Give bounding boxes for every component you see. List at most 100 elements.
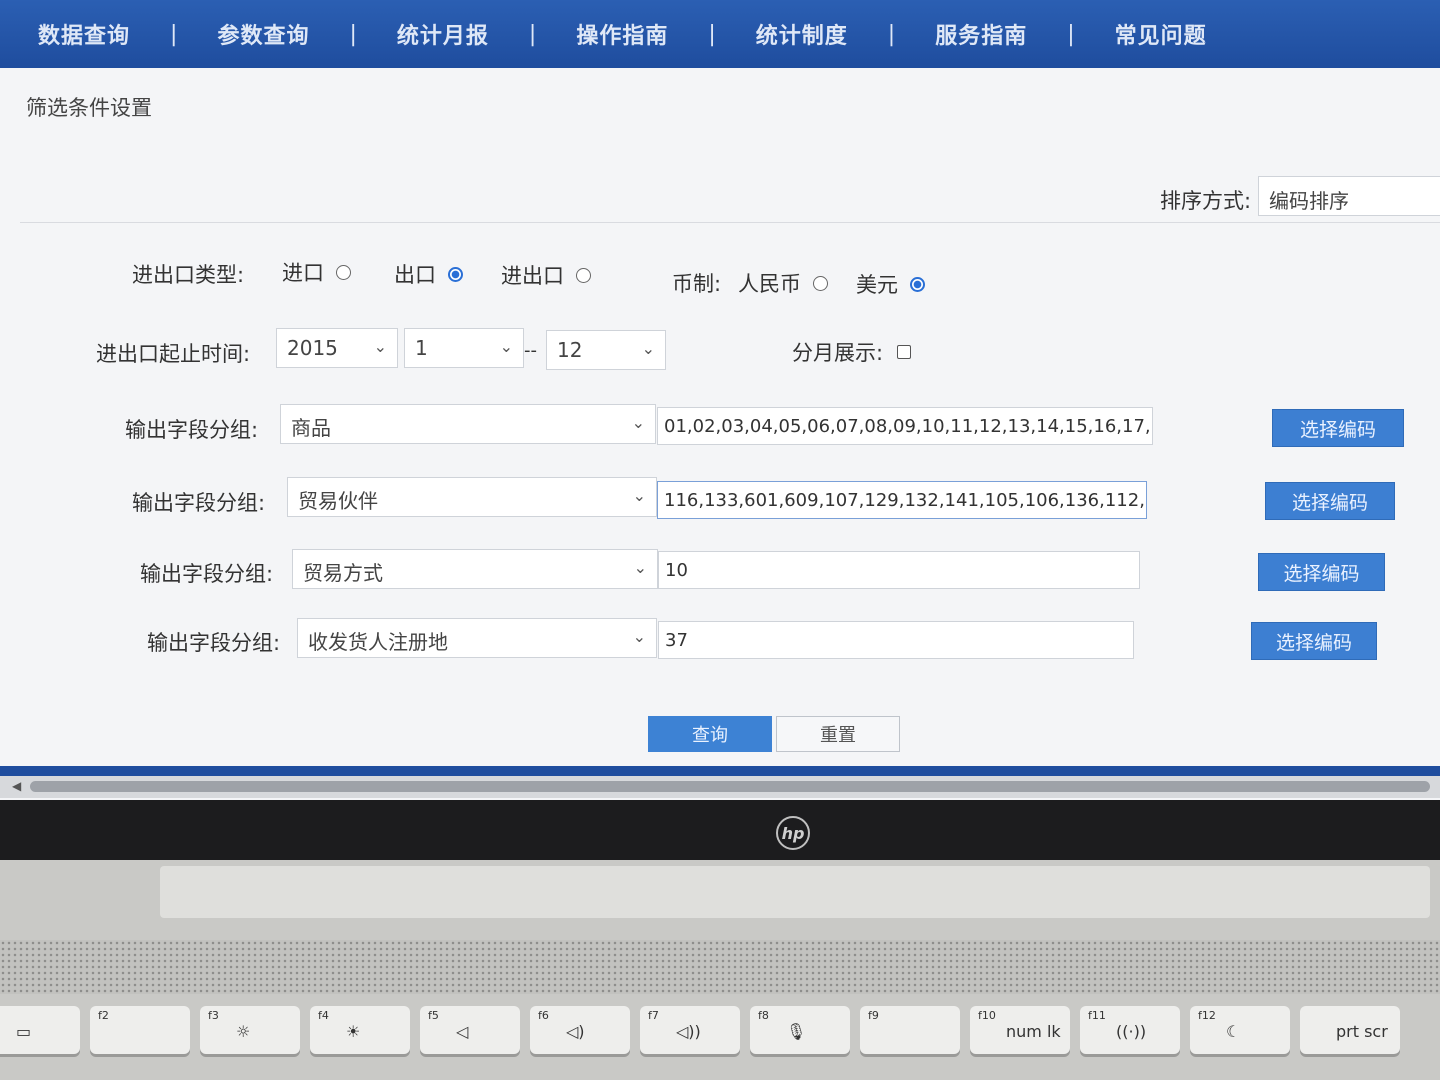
radio-usd-circle[interactable] bbox=[910, 276, 925, 292]
key-fn-label: f8 bbox=[758, 1009, 769, 1022]
key-f8[interactable]: f8 🎙 bbox=[750, 1006, 850, 1054]
key-f5[interactable]: f5 ◁ bbox=[420, 1006, 520, 1054]
key-f6[interactable]: f6 ◁) bbox=[530, 1006, 630, 1054]
key-f2[interactable]: f2 bbox=[90, 1006, 190, 1054]
key-f4[interactable]: f4 ☀ bbox=[310, 1006, 410, 1054]
select-codes-button[interactable]: 选择编码 bbox=[1251, 622, 1377, 660]
radio-label: 出口 bbox=[394, 263, 436, 287]
key-fn-label: f3 bbox=[208, 1009, 219, 1022]
nav-separator: | bbox=[528, 21, 537, 47]
nav-item[interactable]: 服务指南 bbox=[935, 18, 1027, 50]
period-label: 进出口起止时间: bbox=[96, 342, 251, 366]
radio-label: 进出口 bbox=[501, 264, 564, 288]
group-label: 输出字段分组: bbox=[147, 631, 281, 655]
monthly-checkbox[interactable] bbox=[897, 345, 912, 359]
group-label: 输出字段分组: bbox=[125, 418, 259, 442]
group-field-value: 商品 bbox=[291, 416, 331, 440]
key-fn-label: f5 bbox=[428, 1009, 439, 1022]
start-month-select[interactable]: 1 ⌄ bbox=[404, 328, 524, 368]
top-navigation: 数据查询 | 参数查询 | 统计月报 | 操作指南 | 统计制度 | 服务指南 | 常见问题 bbox=[0, 0, 1440, 68]
group-codes-input[interactable]: 37 bbox=[658, 621, 1134, 659]
nav-separator: | bbox=[708, 21, 716, 47]
key-fn-label: f6 bbox=[538, 1009, 549, 1022]
group-field-value: 贸易伙伴 bbox=[298, 489, 378, 513]
group-field-select[interactable]: 商品 ⌄ bbox=[280, 404, 656, 444]
browser-screen: 数据查询 | 参数查询 | 统计月报 | 操作指南 | 统计制度 | 服务指南 | 常见问题 筛选条件设… bbox=[0, 0, 1440, 800]
key-f11[interactable]: f11 ((·)) bbox=[1080, 1006, 1180, 1054]
laptop-bezel bbox=[0, 800, 1440, 860]
scroll-left-icon[interactable]: ◀ bbox=[12, 779, 21, 793]
trade-type-label: 进出口类型: bbox=[132, 263, 245, 287]
year-select[interactable]: 2015 ⌄ bbox=[276, 328, 398, 368]
nav-item[interactable]: 操作指南 bbox=[576, 18, 668, 50]
group-codes-input[interactable]: 10 bbox=[658, 551, 1140, 589]
key-f3[interactable]: f3 ☼ bbox=[200, 1006, 300, 1054]
nav-separator: | bbox=[170, 21, 178, 47]
sort-select[interactable]: 编码排序 bbox=[1258, 176, 1440, 216]
reset-button[interactable]: 重置 bbox=[776, 716, 900, 752]
nav-separator: | bbox=[887, 21, 896, 47]
group-label: 输出字段分组: bbox=[140, 562, 274, 586]
monthly-label: 分月展示: bbox=[792, 341, 884, 365]
select-codes-button[interactable]: 选择编码 bbox=[1272, 409, 1404, 447]
brightness-up-icon: ☀ bbox=[346, 1022, 361, 1041]
nav-separator: | bbox=[1067, 21, 1075, 47]
group-field-select[interactable]: 贸易方式 ⌄ bbox=[292, 549, 658, 589]
radio-import-export[interactable]: 进出口 bbox=[501, 260, 591, 290]
horizontal-scrollbar[interactable]: ◀ bbox=[0, 776, 1440, 798]
key-f10[interactable]: f10 num lk bbox=[970, 1006, 1070, 1054]
airplane-icon: ((·)) bbox=[1116, 1022, 1147, 1041]
monthly-toggle[interactable]: 分月展示: bbox=[792, 337, 912, 367]
end-month-select[interactable]: 12 ⌄ bbox=[546, 330, 666, 370]
select-codes-button[interactable]: 选择编码 bbox=[1258, 553, 1385, 591]
query-button[interactable]: 查询 bbox=[648, 716, 772, 752]
chevron-down-icon: ⌄ bbox=[499, 337, 513, 356]
nav-item[interactable]: 常见问题 bbox=[1115, 18, 1207, 50]
mic-mute-icon: 🎙 bbox=[786, 1022, 807, 1041]
brightness-down-icon: ☼ bbox=[236, 1022, 251, 1041]
key-f9[interactable]: f9 bbox=[860, 1006, 960, 1054]
panel-title: 筛选条件设置 bbox=[26, 96, 152, 120]
radio-import-export-circle[interactable] bbox=[576, 267, 591, 283]
key-fn-label: f10 bbox=[978, 1009, 996, 1022]
group-field-select[interactable]: 贸易伙伴 ⌄ bbox=[287, 477, 657, 517]
group-field-select[interactable]: 收发货人注册地 ⌄ bbox=[297, 618, 657, 658]
radio-rmb[interactable]: 人民币 bbox=[738, 268, 828, 298]
chevron-down-icon: ⌄ bbox=[631, 413, 645, 432]
year-value: 2015 bbox=[287, 336, 338, 360]
radio-export-circle[interactable] bbox=[448, 266, 463, 282]
speaker-grille bbox=[0, 940, 1440, 994]
laptop-hinge bbox=[160, 866, 1430, 918]
key-prtscr[interactable]: prt scr bbox=[1300, 1006, 1400, 1054]
radio-import[interactable]: 进口 bbox=[282, 257, 351, 287]
sort-label: 排序方式: bbox=[1160, 189, 1252, 213]
radio-import-circle[interactable] bbox=[336, 264, 351, 280]
nav-item[interactable]: 统计制度 bbox=[756, 18, 848, 50]
range-separator: -- bbox=[524, 340, 537, 361]
radio-label: 美元 bbox=[856, 273, 898, 297]
mute-icon: ◁ bbox=[456, 1022, 469, 1041]
chevron-down-icon: ⌄ bbox=[633, 558, 647, 577]
radio-usd[interactable]: 美元 bbox=[856, 269, 925, 299]
key-fn-label: f9 bbox=[868, 1009, 879, 1022]
scroll-thumb[interactable] bbox=[30, 781, 1430, 792]
select-codes-button[interactable]: 选择编码 bbox=[1265, 482, 1395, 520]
key-f7[interactable]: f7 ◁)) bbox=[640, 1006, 740, 1054]
volume-down-icon: ◁) bbox=[566, 1022, 585, 1041]
group-field-value: 收发货人注册地 bbox=[308, 630, 448, 654]
radio-rmb-circle[interactable] bbox=[813, 275, 828, 291]
chevron-down-icon: ⌄ bbox=[632, 486, 646, 505]
nav-separator: | bbox=[349, 21, 357, 47]
radio-export[interactable]: 出口 bbox=[394, 259, 463, 289]
radio-label: 进口 bbox=[282, 261, 324, 285]
radio-label: 人民币 bbox=[738, 272, 801, 296]
key-fn-label: f2 bbox=[98, 1009, 109, 1022]
nav-item[interactable]: 参数查询 bbox=[217, 18, 309, 50]
group-codes-input[interactable]: 116,133,601,609,107,129,132,141,105,106,… bbox=[657, 481, 1147, 519]
nav-item[interactable]: 数据查询 bbox=[38, 18, 130, 50]
key-f1[interactable]: f1▭ bbox=[0, 1006, 80, 1054]
key-f12[interactable]: f12 ☾ bbox=[1190, 1006, 1290, 1054]
screen-icon: ▭ bbox=[16, 1022, 32, 1041]
group-codes-input[interactable]: 01,02,03,04,05,06,07,08,09,10,11,12,13,1… bbox=[657, 407, 1153, 445]
nav-item[interactable]: 统计月报 bbox=[397, 18, 489, 50]
